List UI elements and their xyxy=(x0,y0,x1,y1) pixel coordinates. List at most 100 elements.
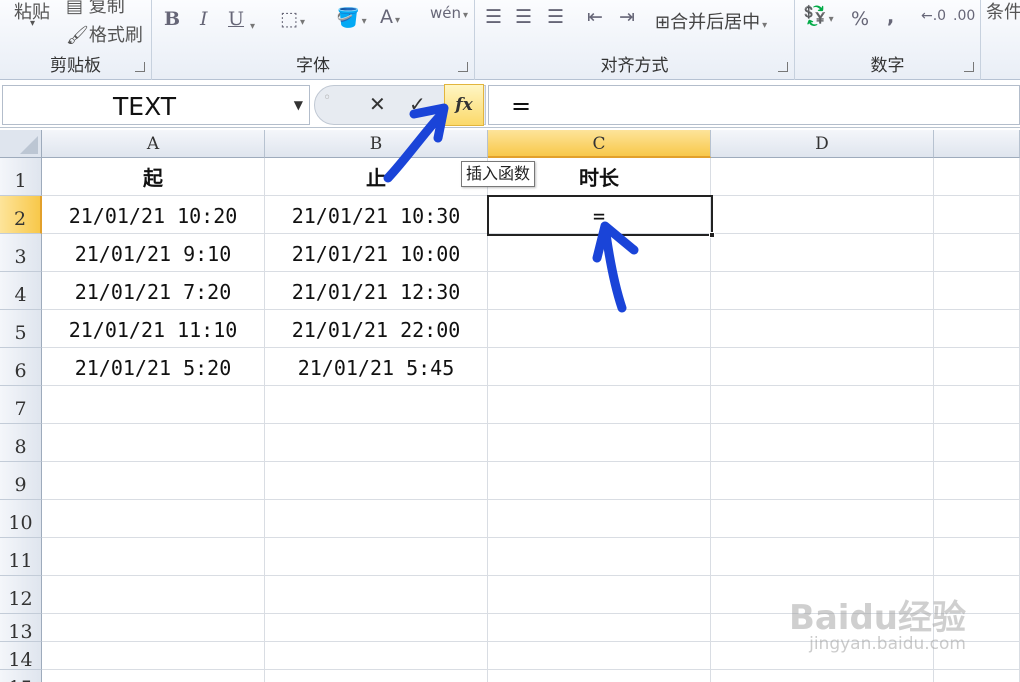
cell-e11[interactable] xyxy=(934,538,1020,576)
comma-button[interactable]: , xyxy=(887,6,894,28)
cell-a13[interactable] xyxy=(42,614,265,642)
cell-e7[interactable] xyxy=(934,386,1020,424)
row-header-11[interactable]: 11 xyxy=(0,538,42,576)
cell-b3[interactable]: 21/01/21 10:00 xyxy=(265,234,488,272)
cell-d10[interactable] xyxy=(711,500,934,538)
underline-dropdown-icon[interactable]: ▾ xyxy=(248,12,255,34)
cell-b1[interactable]: 止 xyxy=(265,158,488,196)
row-header-4[interactable]: 4 xyxy=(0,272,42,310)
conditional-format-button[interactable]: 条件 xyxy=(986,0,1020,24)
cell-c10[interactable] xyxy=(488,500,711,538)
cell-c4[interactable] xyxy=(488,272,711,310)
fill-handle[interactable] xyxy=(709,232,715,238)
font-launcher-icon[interactable] xyxy=(458,62,468,72)
column-header-b[interactable]: B xyxy=(265,130,488,158)
cell-b6[interactable]: 21/01/21 5:45 xyxy=(265,348,488,386)
cell-c8[interactable] xyxy=(488,424,711,462)
row-header-10[interactable]: 10 xyxy=(0,500,42,538)
cell-e5[interactable] xyxy=(934,310,1020,348)
cell-a11[interactable] xyxy=(42,538,265,576)
clipboard-launcher-icon[interactable] xyxy=(135,62,145,72)
cell-d4[interactable] xyxy=(711,272,934,310)
increase-indent-icon[interactable]: ⇥ xyxy=(619,6,635,28)
cell-a9[interactable] xyxy=(42,462,265,500)
align-left-icon[interactable]: ☰ xyxy=(485,6,502,28)
cell-d15[interactable] xyxy=(711,670,934,682)
cell-a12[interactable] xyxy=(42,576,265,614)
column-header-e[interactable] xyxy=(934,130,1020,158)
cell-b11[interactable] xyxy=(265,538,488,576)
currency-format-button[interactable]: 💱 ▾ xyxy=(803,4,834,27)
cell-c3[interactable] xyxy=(488,234,711,272)
cell-e6[interactable] xyxy=(934,348,1020,386)
cell-c9[interactable] xyxy=(488,462,711,500)
cell-a4[interactable]: 21/01/21 7:20 xyxy=(42,272,265,310)
cell-d9[interactable] xyxy=(711,462,934,500)
decrease-decimal-icon[interactable]: .00 xyxy=(953,8,975,24)
cancel-button[interactable]: ✕ xyxy=(369,92,386,116)
cell-b10[interactable] xyxy=(265,500,488,538)
cell-b7[interactable] xyxy=(265,386,488,424)
cell-a14[interactable] xyxy=(42,642,265,670)
cell-a1[interactable]: 起 xyxy=(42,158,265,196)
cell-b14[interactable] xyxy=(265,642,488,670)
cell-c14[interactable] xyxy=(488,642,711,670)
font-color-button[interactable]: A ▾ xyxy=(380,6,400,28)
row-header-9[interactable]: 9 xyxy=(0,462,42,500)
cell-b9[interactable] xyxy=(265,462,488,500)
number-launcher-icon[interactable] xyxy=(964,62,974,72)
copy-button[interactable]: ▤ 复制 xyxy=(66,0,125,18)
decrease-indent-icon[interactable]: ⇤ xyxy=(587,6,603,28)
cell-a5[interactable]: 21/01/21 11:10 xyxy=(42,310,265,348)
column-header-c[interactable]: C xyxy=(488,130,711,158)
cell-c13[interactable] xyxy=(488,614,711,642)
cell-b8[interactable] xyxy=(265,424,488,462)
cell-b4[interactable]: 21/01/21 12:30 xyxy=(265,272,488,310)
align-center-icon[interactable]: ☰ xyxy=(515,6,532,28)
cell-d3[interactable] xyxy=(711,234,934,272)
fill-color-button[interactable]: 🪣 ▾ xyxy=(336,6,367,29)
insert-function-button[interactable]: fx xyxy=(444,84,484,126)
merge-center-button[interactable]: ⊞合并后居中 ▾ xyxy=(655,8,767,34)
cell-d8[interactable] xyxy=(711,424,934,462)
cell-a3[interactable]: 21/01/21 9:10 xyxy=(42,234,265,272)
cell-b12[interactable] xyxy=(265,576,488,614)
cell-e2[interactable] xyxy=(934,196,1020,234)
cell-e4[interactable] xyxy=(934,272,1020,310)
cell-c11[interactable] xyxy=(488,538,711,576)
cell-d1[interactable] xyxy=(711,158,934,196)
align-right-icon[interactable]: ☰ xyxy=(547,6,564,28)
cell-b5[interactable]: 21/01/21 22:00 xyxy=(265,310,488,348)
row-header-13[interactable]: 13 xyxy=(0,614,42,643)
cell-c7[interactable] xyxy=(488,386,711,424)
cell-a8[interactable] xyxy=(42,424,265,462)
row-header-2[interactable]: 2 xyxy=(0,196,42,234)
cell-b2[interactable]: 21/01/21 10:30 xyxy=(265,196,488,234)
cell-a2[interactable]: 21/01/21 10:20 xyxy=(42,196,265,234)
formula-input[interactable]: = xyxy=(488,85,1020,125)
row-header-8[interactable]: 8 xyxy=(0,424,42,462)
row-header-6[interactable]: 6 xyxy=(0,348,42,386)
cell-c5[interactable] xyxy=(488,310,711,348)
cell-a10[interactable] xyxy=(42,500,265,538)
cell-e3[interactable] xyxy=(934,234,1020,272)
cell-a15[interactable] xyxy=(42,670,265,682)
row-header-7[interactable]: 7 xyxy=(0,386,42,424)
cell-e8[interactable] xyxy=(934,424,1020,462)
bold-button[interactable]: B xyxy=(164,8,180,30)
resize-handle-icon[interactable]: ◦ xyxy=(323,90,331,106)
cell-b13[interactable] xyxy=(265,614,488,642)
underline-button[interactable]: U xyxy=(228,8,244,30)
row-header-12[interactable]: 12 xyxy=(0,576,42,614)
cell-e10[interactable] xyxy=(934,500,1020,538)
name-box-dropdown-icon[interactable]: ▼ xyxy=(294,98,303,112)
border-button[interactable]: ⬚ ▾ xyxy=(280,8,305,30)
cell-e15[interactable] xyxy=(934,670,1020,682)
row-header-15[interactable]: 15 xyxy=(0,670,42,682)
column-header-a[interactable]: A xyxy=(42,130,265,158)
select-all-button[interactable] xyxy=(0,130,42,158)
alignment-launcher-icon[interactable] xyxy=(778,62,788,72)
cell-b15[interactable] xyxy=(265,670,488,682)
increase-decimal-icon[interactable]: ←.0 xyxy=(921,8,946,24)
cell-e1[interactable] xyxy=(934,158,1020,196)
